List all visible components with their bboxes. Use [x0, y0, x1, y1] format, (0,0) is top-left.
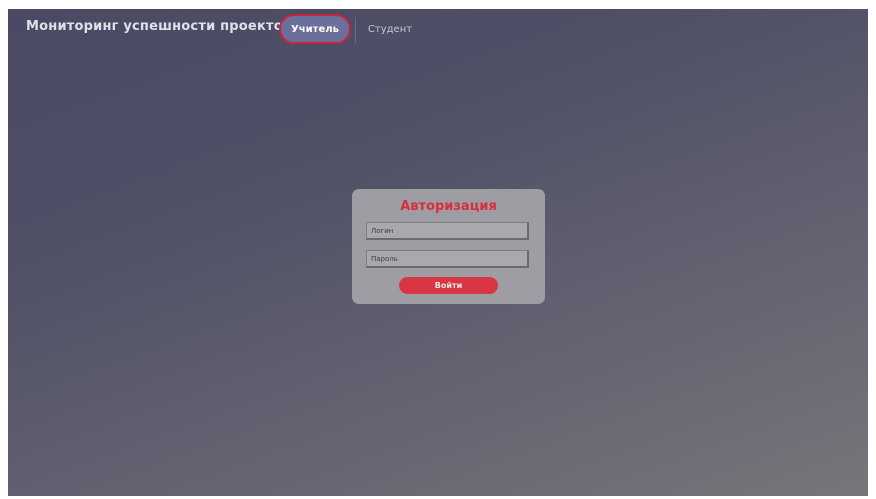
tab-student[interactable]: Студент [362, 14, 418, 44]
login-title: Авторизация [400, 199, 497, 214]
submit-button[interactable]: Войти [399, 277, 498, 294]
login-input[interactable] [366, 222, 529, 240]
password-input[interactable] [366, 250, 529, 268]
tab-teacher[interactable]: Учитель [279, 14, 351, 44]
app-screen: Мониторинг успешности проектов Учитель С… [8, 9, 868, 496]
app-title: Мониторинг успешности проектов [26, 19, 292, 34]
tab-divider [355, 17, 356, 43]
login-card: Авторизация Войти [352, 189, 545, 304]
top-navigation-bar: Мониторинг успешности проектов Учитель С… [8, 9, 868, 53]
